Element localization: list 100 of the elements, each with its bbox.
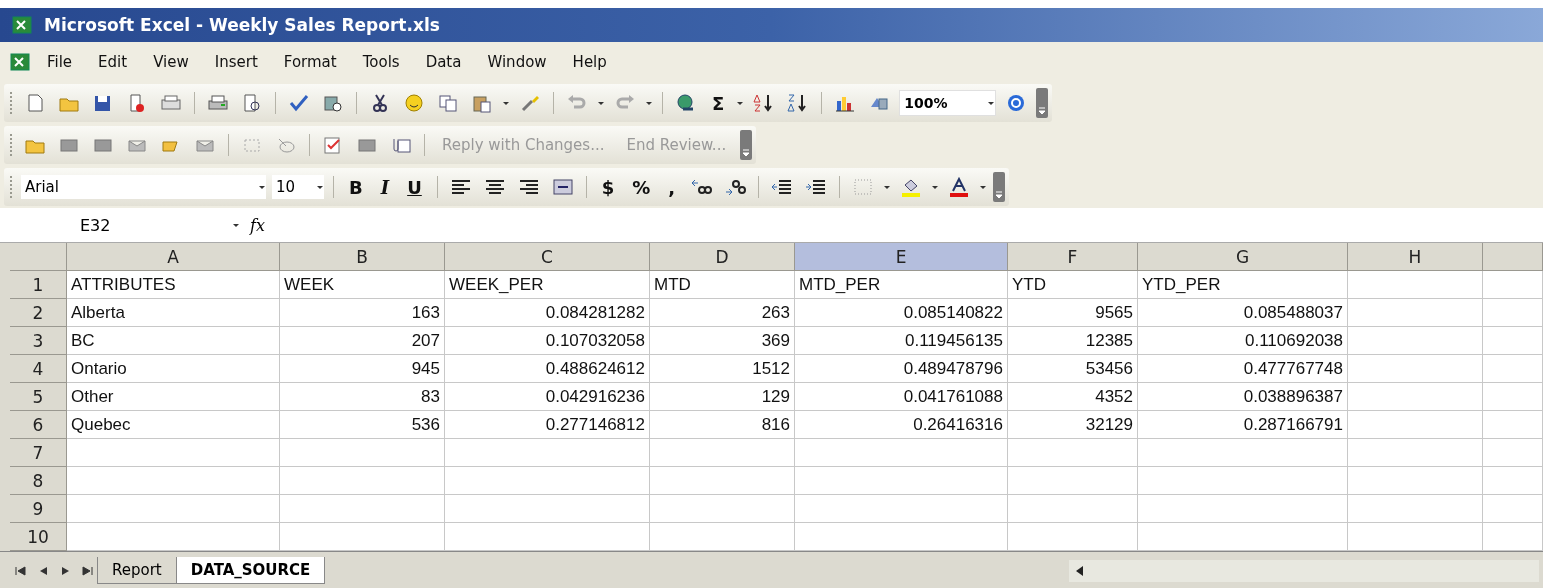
italic-button[interactable]: I [374, 176, 396, 198]
column-header[interactable]: F [1008, 243, 1138, 271]
empty-cell [1483, 439, 1543, 467]
increase-indent-icon[interactable] [805, 177, 828, 197]
row-header[interactable]: 1 [10, 271, 67, 299]
menu-item[interactable]: File [34, 49, 86, 75]
table-cell: YTD_PER [1138, 271, 1348, 299]
table-cell: WEEK_PER [445, 271, 650, 299]
menu-item[interactable]: Window [474, 49, 560, 75]
table-cell: 207 [280, 327, 445, 355]
menu-item[interactable]: View [140, 49, 202, 75]
table-cell: 0.085140822 [795, 299, 1008, 327]
menu-item[interactable]: Edit [85, 49, 141, 75]
horizontal-scrollbar[interactable] [1069, 559, 1539, 582]
menu-item[interactable]: Tools [349, 49, 413, 75]
table-cell: 945 [280, 355, 445, 383]
toolbar-options-icon[interactable] [993, 172, 1006, 202]
menu-item[interactable]: Data [412, 49, 475, 75]
name-box[interactable]: E32 [10, 212, 240, 238]
row-header[interactable]: 2 [10, 299, 67, 327]
underline-button[interactable]: U [401, 176, 428, 198]
paintbrush-icon[interactable] [519, 93, 541, 113]
menu-item[interactable]: Insert [201, 49, 271, 75]
spelling-check-icon[interactable] [288, 93, 310, 113]
printer-mail-icon[interactable] [160, 93, 182, 113]
sheet-tab[interactable]: DATA_SOURCE [175, 557, 326, 584]
empty-cell [1483, 411, 1543, 439]
table-cell: 536 [280, 411, 445, 439]
window-title: Microsoft Excel - Weekly Sales Report.xls [44, 15, 440, 35]
table-cell: 0.26416316 [795, 411, 1008, 439]
table-cell: 0.041761088 [795, 383, 1008, 411]
row-header[interactable]: 3 [10, 327, 67, 355]
decrease-indent-icon[interactable] [771, 177, 794, 197]
empty-cell [1483, 299, 1543, 327]
decrease-decimal-icon[interactable] [724, 177, 747, 197]
percent-button[interactable]: % [626, 176, 657, 198]
column-header[interactable]: C [445, 243, 650, 271]
table-cell: 369 [650, 327, 795, 355]
bold-button[interactable]: B [343, 176, 369, 198]
comma-button[interactable]: , [662, 176, 682, 198]
insert-function-button[interactable]: fx [240, 215, 275, 235]
column-header[interactable]: E [795, 243, 1008, 271]
table-cell: 163 [280, 299, 445, 327]
table-cell: 12385 [1008, 327, 1138, 355]
table-cell: 0.277146812 [445, 411, 650, 439]
table-cell: 53456 [1008, 355, 1138, 383]
merge-center-icon[interactable] [551, 177, 574, 197]
row-header[interactable]: 7 [10, 439, 67, 467]
empty-cell [1483, 467, 1543, 495]
row-header[interactable]: 6 [10, 411, 67, 439]
empty-cell [1483, 355, 1543, 383]
table-cell: 9565 [1008, 299, 1138, 327]
empty-cell [1483, 327, 1543, 355]
empty-cell [1483, 495, 1543, 523]
table-cell: 0.477767748 [1138, 355, 1348, 383]
column-header[interactable]: B [280, 243, 445, 271]
sheet-tab[interactable]: Report [97, 557, 177, 584]
print-preview-icon[interactable] [241, 93, 263, 113]
zoom-field[interactable]: 100% [899, 90, 997, 116]
toolbar-options-icon[interactable] [1036, 88, 1049, 118]
column-header[interactable]: A [67, 243, 280, 271]
table-cell: 32129 [1008, 411, 1138, 439]
table-cell: 0.287166791 [1138, 411, 1348, 439]
fill-color-icon[interactable] [900, 177, 923, 197]
excel-icon[interactable] [11, 15, 33, 35]
toolbar-options-icon[interactable] [740, 130, 753, 160]
font-size-field[interactable]: 10 [272, 175, 324, 199]
excel-icon[interactable] [9, 52, 31, 72]
table-cell: MTD [650, 271, 795, 299]
autosum-button[interactable]: Σ [706, 92, 731, 114]
clipboard-icon[interactable] [471, 93, 493, 113]
menu-item[interactable]: Help [559, 49, 620, 75]
row-header[interactable]: 10 [10, 523, 67, 551]
table-cell: 0.038896387 [1138, 383, 1348, 411]
table-cell: 0.488624612 [445, 355, 650, 383]
row-header[interactable]: 9 [10, 495, 67, 523]
row-header[interactable]: 4 [10, 355, 67, 383]
print-icon[interactable] [207, 93, 229, 113]
row-header[interactable]: 5 [10, 383, 67, 411]
menu-item[interactable]: Format [270, 49, 350, 75]
table-cell: MTD_PER [795, 271, 1008, 299]
smiley-icon[interactable] [403, 93, 425, 113]
table-cell: 4352 [1008, 383, 1138, 411]
row-header[interactable]: 8 [10, 467, 67, 495]
column-header[interactable]: H [1348, 243, 1483, 271]
empty-cell [1483, 383, 1543, 411]
align-center-icon[interactable] [483, 177, 506, 197]
copy-icon[interactable] [437, 93, 459, 113]
table-cell: 816 [650, 411, 795, 439]
column-header[interactable]: D [650, 243, 795, 271]
font-color-icon[interactable] [948, 177, 971, 197]
table-cell: 0.110692038 [1138, 327, 1348, 355]
font-field[interactable]: Arial [21, 175, 266, 199]
table-cell: 1512 [650, 355, 795, 383]
column-header[interactable]: G [1138, 243, 1348, 271]
table-cell: 263 [650, 299, 795, 327]
currency-button[interactable]: $ [595, 176, 621, 198]
align-right-icon[interactable] [517, 177, 540, 197]
increase-decimal-icon[interactable] [690, 177, 713, 197]
align-left-icon[interactable] [449, 177, 472, 197]
